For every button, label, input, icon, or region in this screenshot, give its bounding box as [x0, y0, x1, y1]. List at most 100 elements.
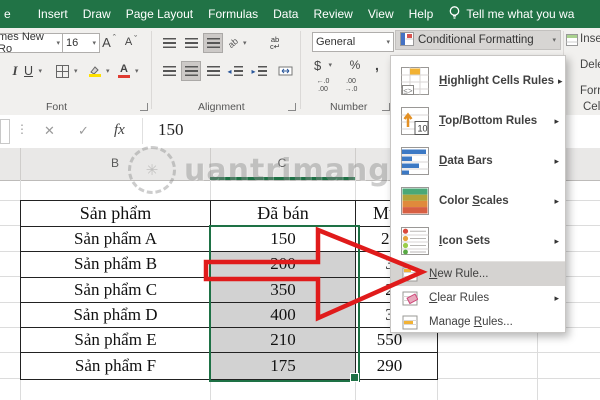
- menu-item-color-scales[interactable]: Color Scales ▸: [391, 181, 565, 221]
- cell[interactable]: 175: [211, 353, 356, 379]
- number-group-label: Number: [330, 101, 368, 113]
- merge-center-icon: [278, 66, 292, 76]
- percent-style-button[interactable]: %: [346, 56, 364, 74]
- table-header-cell[interactable]: Sản phẩm: [21, 201, 211, 227]
- number-dialog-launcher[interactable]: [382, 103, 390, 111]
- column-header-c[interactable]: C: [272, 156, 292, 170]
- cell[interactable]: Sản phẩm D: [21, 302, 211, 329]
- menu-item-clear-rules[interactable]: Clear Rules ▸: [391, 286, 565, 310]
- new-rule-icon: [399, 267, 421, 282]
- comma-style-button[interactable]: ,: [368, 56, 386, 74]
- cell[interactable]: 350: [211, 277, 356, 303]
- cell[interactable]: Sản phẩm A: [21, 227, 211, 253]
- cell[interactable]: 200: [211, 252, 356, 278]
- tab-data[interactable]: Data: [273, 7, 298, 21]
- underline-button[interactable]: U ▾: [24, 62, 42, 80]
- orientation-button[interactable]: ab ▾: [226, 34, 247, 52]
- menu-item-label: Top/Bottom Rules: [439, 115, 538, 127]
- align-right-button[interactable]: [204, 62, 222, 80]
- chevron-down-icon: ▾: [74, 68, 78, 75]
- menu-item-highlight-cells-rules[interactable]: ≤> Highlight Cells Rules ▸: [391, 61, 565, 101]
- tab-insert[interactable]: Insert: [38, 7, 68, 21]
- fill-color-icon: [88, 65, 101, 77]
- menu-item-data-bars[interactable]: Data Bars ▸: [391, 141, 565, 181]
- table-header-row: Sản phẩmĐã bánMục: [21, 201, 437, 227]
- top-align-icon: [162, 38, 176, 48]
- grow-font-button[interactable]: Aˆ: [100, 33, 118, 51]
- align-left-button[interactable]: [160, 62, 178, 80]
- increase-decimal-button[interactable]: ←.0 .00: [312, 78, 334, 95]
- conditional-formatting-menu: ≤> Highlight Cells Rules ▸ 10 Top/Bottom Rul…: [390, 55, 566, 333]
- chevron-down-icon: ▾: [135, 68, 139, 75]
- menu-item-label: Manage Rules...: [429, 316, 513, 328]
- tab-formulas[interactable]: Formulas: [208, 7, 258, 21]
- selected-column-indicator: [210, 177, 355, 180]
- middle-align-icon: [184, 38, 198, 48]
- fill-handle[interactable]: [350, 373, 359, 382]
- cell[interactable]: Sản phẩm F: [21, 353, 211, 379]
- font-name-select[interactable]: mes New Ro ▾: [0, 31, 64, 55]
- cell[interactable]: Sản phẩm C: [21, 277, 211, 303]
- menu-item-manage-rules[interactable]: Manage Rules...: [391, 310, 565, 334]
- cell[interactable]: 210: [211, 328, 356, 354]
- merge-center-button[interactable]: [276, 62, 294, 80]
- chevron-down-icon: ▾: [92, 40, 96, 47]
- menu-item-icon-sets[interactable]: Icon Sets ▸: [391, 221, 565, 261]
- tab-home-partial[interactable]: e: [4, 7, 11, 21]
- excel-window: e Insert Draw Page Layout Formulas Data Revie…: [0, 0, 600, 400]
- increase-indent-button[interactable]: ▸: [250, 62, 268, 80]
- font-color-button[interactable]: A ▾: [118, 62, 139, 80]
- middle-align-button[interactable]: [182, 34, 200, 52]
- format-button[interactable]: Forr: [580, 85, 600, 97]
- table-header-cell[interactable]: Đã bán: [211, 201, 356, 227]
- enter-button[interactable]: ✓: [78, 123, 89, 139]
- tab-view[interactable]: View: [368, 7, 394, 21]
- cell[interactable]: 290: [356, 353, 437, 378]
- data-table: Sản phẩmĐã bánMụcSản phẩm A15020Sản phẩm…: [20, 200, 438, 380]
- menu-item-new-rule[interactable]: New Rule...: [391, 261, 565, 286]
- cell[interactable]: Sản phẩm E: [21, 328, 211, 354]
- increase-indent-icon: [257, 66, 267, 76]
- ribbon-tabs: Insert Draw Page Layout Formulas Data Review V…: [38, 7, 449, 21]
- tab-review[interactable]: Review: [313, 7, 352, 21]
- insert-function-button[interactable]: fx: [114, 122, 125, 139]
- table-row: Sản phẩm A15020: [21, 227, 437, 253]
- center-button[interactable]: [181, 61, 201, 81]
- decrease-decimal-button[interactable]: .00 →.0: [340, 78, 362, 95]
- insert-button[interactable]: Inse: [580, 33, 600, 45]
- delete-button[interactable]: Dele: [580, 59, 600, 71]
- name-box[interactable]: [0, 119, 10, 144]
- tab-draw[interactable]: Draw: [83, 7, 111, 21]
- chevron-down-icon: ▾: [243, 40, 247, 47]
- alignment-dialog-launcher[interactable]: [288, 103, 296, 111]
- submenu-arrow-icon: ▸: [554, 292, 559, 303]
- formula-input[interactable]: 150: [158, 120, 184, 140]
- italic-button[interactable]: I: [6, 62, 24, 80]
- number-format-select[interactable]: General ▾: [312, 32, 394, 52]
- borders-icon: [56, 64, 69, 78]
- cancel-button[interactable]: ✕: [44, 123, 55, 139]
- fill-color-button[interactable]: ▾: [88, 62, 110, 80]
- column-header-b[interactable]: B: [105, 156, 125, 170]
- cell[interactable]: Sản phẩm B: [21, 252, 211, 278]
- tab-page-layout[interactable]: Page Layout: [126, 7, 193, 21]
- font-size-select[interactable]: 16 ▾: [62, 33, 100, 53]
- menu-item-top-bottom-rules[interactable]: 10 Top/Bottom Rules ▸: [391, 101, 565, 141]
- bottom-align-button[interactable]: [203, 33, 223, 53]
- top-align-button[interactable]: [160, 34, 178, 52]
- shrink-font-button[interactable]: Aˇ: [122, 33, 140, 51]
- decrease-indent-button[interactable]: ◂: [226, 62, 244, 80]
- align-right-icon: [206, 66, 220, 76]
- borders-button[interactable]: ▾: [56, 62, 78, 80]
- wrap-text-button[interactable]: ab c↵: [266, 34, 284, 52]
- conditional-formatting-button[interactable]: Conditional Formatting ▾: [395, 30, 561, 50]
- cell[interactable]: 400: [211, 302, 356, 329]
- cell[interactable]: 150: [211, 227, 356, 253]
- color-scales-icon: [399, 186, 431, 216]
- table-row: Sản phẩm D4003: [21, 302, 437, 329]
- font-dialog-launcher[interactable]: [140, 103, 148, 111]
- tell-me-box[interactable]: Tell me what you wa: [448, 5, 574, 23]
- accounting-format-button[interactable]: $ ▾: [314, 56, 332, 74]
- menu-item-label: New Rule...: [429, 268, 489, 280]
- tab-help[interactable]: Help: [409, 7, 434, 21]
